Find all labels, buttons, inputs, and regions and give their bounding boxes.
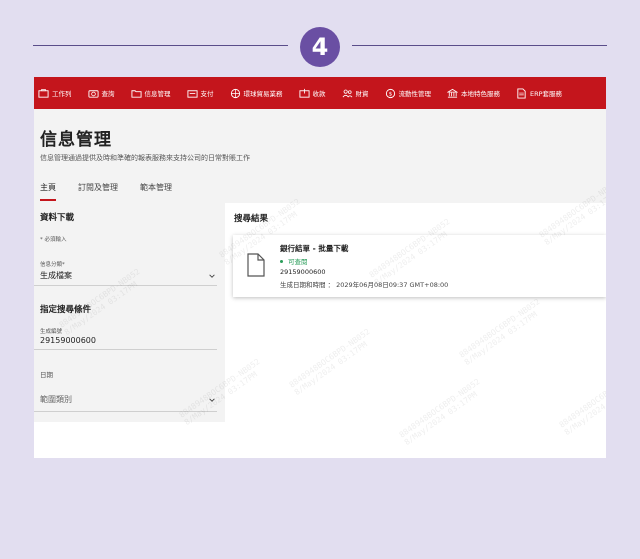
folder-icon — [130, 89, 142, 98]
nav-item-label: 查詢 — [101, 90, 115, 98]
tab-bar: 主頁 訂閱及管理 範本管理 — [40, 182, 194, 201]
camera-icon — [87, 89, 99, 98]
nav-item-0[interactable]: 工作列 — [38, 88, 72, 99]
download-section-title: 資料下載 — [40, 213, 75, 223]
nav-item-label: 財資 — [355, 90, 369, 98]
main-content: 資料下載 * 必須輸入 信息分類* 生成檔案 指定搜尋條件 生成編號 29159… — [34, 177, 606, 458]
id-underline — [34, 349, 217, 350]
document-icon — [517, 87, 526, 99]
required-note: * 必須輸入 — [40, 237, 67, 243]
briefcase-icon — [38, 88, 49, 98]
tab-home[interactable]: 主頁 — [40, 182, 56, 201]
document-icon — [247, 253, 265, 277]
page-title: 信息管理 — [40, 130, 112, 150]
bank-icon — [447, 88, 458, 98]
nav-item-5[interactable]: 收款 — [298, 88, 326, 99]
step-divider-right — [352, 45, 607, 46]
result-date: 生成日期和時間 ： 2029年06月08日09:37 GMT+08:00 — [280, 281, 449, 289]
nav-item-label: 信息管理 — [144, 90, 171, 98]
dollar-icon: $ — [385, 88, 395, 98]
nav-item-label: 收款 — [312, 90, 326, 98]
nav-item-9[interactable]: ERP套服務 — [516, 87, 563, 99]
nav-item-label: 本地特色服務 — [461, 90, 500, 98]
nav-item-6[interactable]: 財資 — [342, 88, 369, 99]
nav-item-label: 流動性管理 — [398, 90, 432, 98]
nav-item-2[interactable]: 信息管理 — [130, 88, 171, 99]
globe-icon — [230, 88, 240, 98]
tab-templates[interactable]: 範本管理 — [140, 182, 172, 201]
nav-item-label: 支付 — [200, 90, 214, 98]
nav-item-7[interactable]: $ 流動性管理 — [385, 88, 432, 99]
chevron-down-icon — [209, 274, 215, 278]
nav-item-1[interactable]: 查詢 — [87, 88, 115, 99]
inbox-icon — [298, 88, 310, 98]
step-divider-left — [33, 45, 288, 46]
status-badge: 可查閱 — [280, 256, 308, 266]
id-label: 生成編號 — [40, 329, 63, 335]
app-screenshot: 工作列 查詢 信息管理 支付 環球貿易業務 收款 財資 $ 流動性管理 本地特色服務 ERP套服務 … — [34, 77, 606, 458]
status-dot-icon — [280, 259, 283, 263]
category-value: 生成檔案 — [40, 271, 72, 280]
page-description: 信息管理通過提供及時和準確的報表服務來支持公司的日常對賬工作 — [40, 154, 250, 162]
users-icon — [342, 89, 352, 97]
tab-subscription[interactable]: 訂閱及管理 — [78, 182, 118, 201]
svg-text:$: $ — [388, 91, 392, 97]
nav-item-label: 環球貿易業務 — [243, 90, 283, 98]
date-label: 日期 — [40, 371, 53, 379]
nav-item-3[interactable]: 支付 — [186, 88, 214, 99]
top-navigation-bar: 工作列 查詢 信息管理 支付 環球貿易業務 收款 財資 $ 流動性管理 本地特色服務 ERP套服務 — [34, 77, 606, 109]
id-input[interactable]: 29159000600 — [40, 336, 96, 345]
search-form-panel: 資料下載 * 必須輸入 信息分類* 生成檔案 指定搜尋條件 生成編號 29159… — [34, 203, 225, 422]
transfer-icon — [186, 89, 198, 98]
range-placeholder: 範圍類別 — [40, 395, 72, 404]
nav-item-8[interactable]: 本地特色服務 — [447, 88, 500, 99]
step-number-badge: 4 — [300, 27, 340, 67]
status-text: 可查閱 — [288, 258, 308, 266]
result-id: 29159000600 — [280, 268, 326, 276]
nav-item-4[interactable]: 環球貿易業務 — [230, 88, 283, 99]
nav-item-label: ERP套服務 — [530, 90, 563, 98]
result-title: 銀行結單 - 批量下載 — [280, 244, 349, 253]
nav-item-label: 工作列 — [52, 90, 72, 98]
